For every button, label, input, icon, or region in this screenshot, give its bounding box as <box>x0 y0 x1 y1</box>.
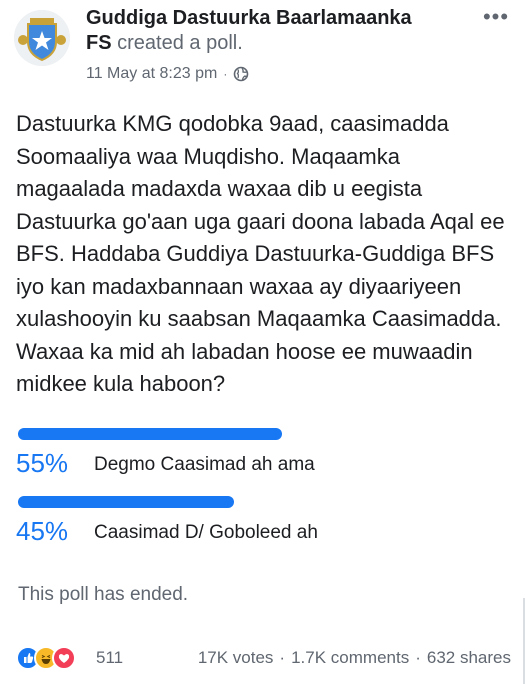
post-title-block: Guddiga Dastuurka Baarlamaanka FS create… <box>86 6 456 86</box>
post-timestamp[interactable]: 11 May at 8:23 pm <box>86 62 217 86</box>
engagement-stats: 17K votes · 1.7K comments · 632 shares <box>198 648 511 668</box>
byline: FS created a poll. <box>86 30 456 56</box>
votes-count[interactable]: 17K votes <box>198 648 274 668</box>
poll-bar-fill <box>18 428 282 440</box>
poll-option[interactable]: 45% Caasimad D/ Goboleed ah <box>16 496 511 564</box>
author-name[interactable]: FS <box>86 32 112 54</box>
stats-separator: · <box>279 648 286 667</box>
stats-separator: · <box>415 648 421 667</box>
more-options-button[interactable]: ••• <box>478 6 514 30</box>
post-footer: 511 17K votes · 1.7K comments · 632 shar… <box>16 644 511 672</box>
post-header: Guddiga Dastuurka Baarlamaanka FS create… <box>14 6 514 90</box>
poll-status-text: This poll has ended. <box>18 584 189 605</box>
poll-option-label: Caasimad D/ Goboleed ah <box>94 522 318 543</box>
love-icon <box>52 646 76 670</box>
reactions-summary[interactable] <box>16 645 92 671</box>
page-name-link[interactable]: Guddiga Dastuurka Baarlamaanka <box>86 6 456 30</box>
globe-icon <box>233 66 249 82</box>
poll-option-percent: 45% <box>16 516 69 546</box>
coat-of-arms-icon <box>14 10 70 66</box>
byline-action: created a poll. <box>117 32 243 54</box>
poll: 55% Degmo Caasimad ah ama 45% Caasimad D… <box>16 428 511 564</box>
poll-bar-track <box>18 496 498 508</box>
poll-bar-track <box>18 428 498 440</box>
post-text: Dastuurka KMG qodobka 9aad, caasimadda S… <box>16 111 505 396</box>
comments-count[interactable]: 1.7K comments <box>291 648 409 668</box>
reaction-count[interactable]: 511 <box>96 648 123 668</box>
poll-option[interactable]: 55% Degmo Caasimad ah ama <box>16 428 511 496</box>
more-horizontal-icon: ••• <box>482 4 510 29</box>
poll-option-percent: 55% <box>16 448 69 478</box>
shares-count[interactable]: 632 shares <box>427 648 511 668</box>
page-avatar[interactable] <box>14 10 70 66</box>
poll-bar-fill <box>18 496 234 508</box>
poll-option-label: Degmo Caasimad ah ama <box>94 454 315 475</box>
post-meta: 11 May at 8:23 pm · <box>86 62 456 86</box>
meta-separator: · <box>223 67 228 81</box>
